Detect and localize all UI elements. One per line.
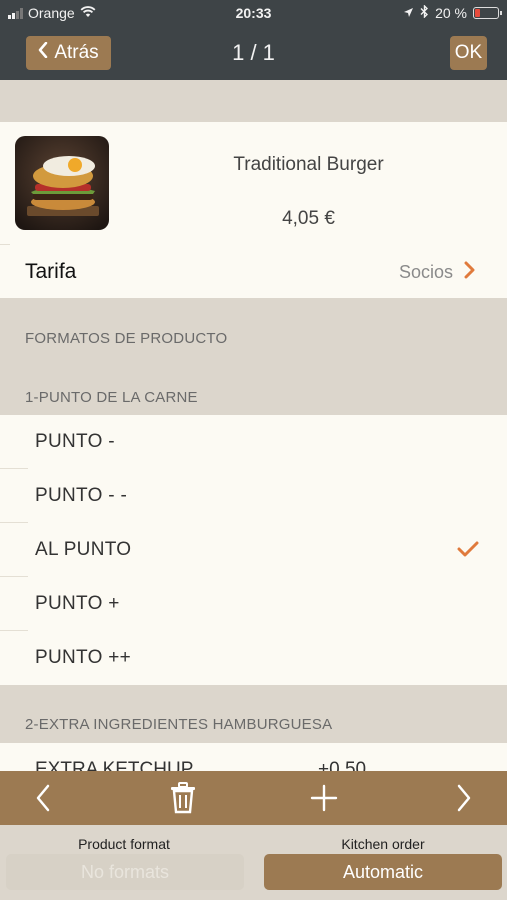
battery-icon [473, 7, 502, 19]
option-label: PUNTO + [35, 593, 120, 614]
bottom-toolbar [0, 771, 507, 825]
section-group1-title: 1-PUNTO DE LA CARNE [25, 389, 198, 406]
option-item[interactable]: PUNTO ++ [0, 631, 507, 685]
group2-option-list: EXTRA KETCHUP +0,50 [0, 743, 507, 773]
product-name: Traditional Burger [233, 154, 384, 175]
chevron-right-icon [464, 261, 475, 284]
tarifa-row[interactable]: Tarifa Socios [0, 244, 507, 298]
status-bar: Orange 20:33 20 % [0, 0, 507, 28]
ok-button[interactable]: OK [450, 36, 487, 70]
option-label: AL PUNTO [35, 539, 132, 560]
trash-icon[interactable] [166, 781, 200, 815]
option-label: PUNTO - - [35, 485, 128, 506]
product-format-label: Product format [78, 836, 170, 852]
location-icon [403, 5, 414, 21]
tarifa-value: Socios [398, 262, 453, 282]
product-format-button[interactable]: No formats [6, 854, 244, 890]
battery-percent: 20 % [435, 5, 467, 21]
bluetooth-icon [420, 4, 429, 21]
tarifa-label: Tarifa [25, 260, 77, 283]
option-item[interactable]: PUNTO + [0, 577, 507, 631]
product-card: Traditional Burger 4,05 € Tarifa Socios [0, 122, 507, 298]
kitchen-order-label: Kitchen order [341, 836, 425, 852]
product-price: 4,05 € [282, 208, 335, 229]
section-formats-title: FORMATOS DE PRODUCTO [25, 330, 228, 347]
navigation-bar: Atrás 1 / 1 OK [0, 28, 507, 80]
option-item[interactable]: PUNTO - [0, 415, 507, 469]
footer-bar: Product format Kitchen order No formats … [0, 825, 507, 900]
section-group2-title: 2-EXTRA INGREDIENTES HAMBURGUESA [25, 716, 333, 733]
product-image [15, 136, 109, 230]
option-item[interactable]: PUNTO - - [0, 469, 507, 523]
chevron-right-icon[interactable] [447, 781, 481, 815]
plus-icon[interactable] [307, 781, 341, 815]
group1-option-list: PUNTO - PUNTO - - AL PUNTO PUNTO + PUNTO… [0, 415, 507, 685]
chevron-left-icon[interactable] [26, 781, 60, 815]
option-label: PUNTO - [35, 431, 115, 452]
option-item-selected[interactable]: AL PUNTO [0, 523, 507, 577]
page-title: 1 / 1 [232, 40, 275, 65]
status-right: 20 % [403, 4, 502, 21]
kitchen-order-button[interactable]: Automatic [264, 854, 502, 890]
option-label: PUNTO ++ [35, 647, 132, 668]
checkmark-icon [457, 541, 479, 562]
